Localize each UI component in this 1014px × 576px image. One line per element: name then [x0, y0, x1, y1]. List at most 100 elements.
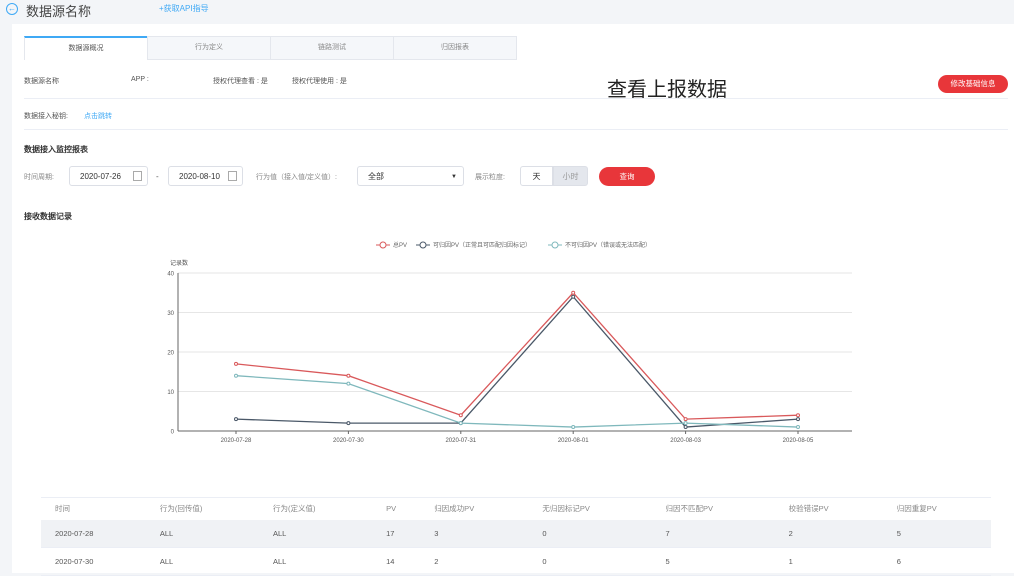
data-point — [796, 425, 800, 430]
data-point — [346, 381, 351, 386]
table-cell: ALL — [159, 528, 174, 538]
tab-link-test[interactable]: 链路测试 — [270, 36, 394, 60]
date-separator: - — [156, 172, 159, 181]
end-date-input[interactable]: 2020-08-10 — [168, 166, 243, 186]
page-title: 数据源名称 — [26, 4, 92, 19]
data-point — [683, 425, 688, 430]
query-button[interactable]: 查询 — [599, 167, 655, 186]
column-header: 时间 — [55, 504, 70, 514]
table-cell: 0 — [542, 528, 547, 538]
y-axis-label: 记录数 — [170, 259, 188, 267]
column-header: 校验错误PV — [788, 504, 829, 514]
series-line — [235, 295, 799, 428]
column-header: PV — [386, 504, 397, 514]
data-point — [458, 413, 463, 418]
table-cell: ALL — [272, 528, 287, 538]
api-guide-link[interactable]: +获取API指导 — [159, 3, 209, 14]
legend-label: 不可归因PV（错误或无法匹配） — [565, 241, 651, 249]
behavior-value: 全部 — [368, 172, 384, 181]
table-row: 2020-07-30 ALL ALL 14 2 0 5 1 6 — [41, 548, 991, 576]
x-tick-label: 2020-07-31 — [445, 438, 476, 444]
granularity-day[interactable]: 天 — [520, 166, 553, 186]
column-header: 无归因标记PV — [542, 504, 590, 514]
behavior-select[interactable]: 全部 ▼ — [357, 166, 464, 186]
granularity-label: 展示粒度: — [475, 174, 505, 181]
edit-basic-info-button[interactable]: 修改基础信息 — [938, 75, 1008, 93]
y-tick-label: 0 — [171, 430, 175, 436]
records-title: 接收数据记录 — [24, 212, 72, 221]
data-point — [683, 417, 688, 422]
table-cell: ALL — [272, 557, 287, 566]
table-cell: 14 — [386, 557, 395, 566]
data-point — [458, 421, 463, 426]
data-point — [234, 361, 238, 366]
column-header: 归因不匹配PV — [665, 504, 713, 514]
table-cell: 2020-07-30 — [55, 557, 94, 566]
calendar-icon — [133, 171, 142, 181]
secret-link[interactable]: 点击跳转 — [84, 111, 112, 121]
data-point — [796, 417, 800, 422]
data-point — [571, 290, 576, 295]
series-line — [235, 291, 799, 420]
table-cell: 5 — [665, 557, 670, 566]
y-tick-label: 10 — [167, 390, 174, 396]
legend-marker-dot — [379, 241, 387, 249]
table-cell: 5 — [896, 528, 901, 538]
auth-view: 授权代理查看 : 是 — [213, 78, 268, 85]
line-chart: 0 10 20 30 40 记录数 2020-07-28 2020-07-30 2020-07-… — [167, 241, 852, 444]
column-header: 归因重复PV — [896, 504, 937, 514]
tab-behavior-definition[interactable]: 行为定义 — [147, 36, 271, 60]
legend-marker-dot — [419, 241, 427, 249]
table-cell: 2 — [788, 528, 793, 538]
app-label: APP : — [131, 76, 149, 83]
tab-overview[interactable]: 数据源概况 — [24, 36, 148, 60]
datasource-name: 数据源名称 — [24, 78, 59, 85]
legend-marker-dot — [551, 241, 559, 249]
x-tick-label: 2020-07-28 — [221, 438, 252, 444]
granularity-hour[interactable]: 小时 — [553, 166, 588, 186]
data-point — [796, 413, 800, 418]
column-header: 行为(定义值) — [272, 504, 316, 514]
auth-use: 授权代理使用 : 是 — [292, 78, 347, 85]
monitor-title: 数据接入监控报表 — [24, 145, 88, 154]
table-cell: 17 — [386, 528, 395, 538]
calendar-icon — [228, 171, 237, 181]
data-point — [346, 421, 351, 426]
table-cell: ALL — [159, 557, 174, 566]
data-point — [683, 421, 688, 426]
data-table: 时间 行为(回传值) 行为(定义值) PV 归因成功PV 无归因标记PV 归因不匹配PV 校验… — [41, 497, 991, 576]
table-row: 2020-07-28 ALL ALL 17 3 0 7 2 5 — [41, 519, 991, 548]
data-point — [234, 417, 238, 422]
dropdown-arrow-icon: ▼ — [451, 174, 457, 180]
y-tick-label: 40 — [167, 272, 174, 278]
legend-label: 总PV — [393, 241, 407, 249]
y-tick-label: 20 — [167, 351, 174, 357]
table-cell: 2 — [434, 557, 439, 566]
legend-label: 可归因PV（正常且可匹配归因标记） — [433, 241, 531, 249]
period-label: 时间周期: — [24, 174, 54, 181]
top-bar: ← 数据源名称 +获取API指导 — [0, 0, 1014, 24]
table-cell: 7 — [665, 528, 670, 538]
start-date-value: 2020-07-26 — [80, 172, 121, 181]
column-header: 归因成功PV — [434, 504, 475, 514]
behavior-label: 行为值（接入值/定义值）: — [256, 174, 337, 181]
table-cell: 3 — [434, 528, 439, 538]
tab-attribution-report[interactable]: 归因报表 — [393, 36, 517, 60]
end-date-value: 2020-08-10 — [179, 172, 220, 181]
y-tick-label: 30 — [167, 311, 174, 317]
table-cell: 1 — [788, 557, 793, 566]
series-line — [235, 375, 799, 428]
x-tick-label: 2020-08-05 — [783, 438, 814, 444]
back-icon[interactable]: ← — [6, 3, 18, 15]
data-point — [571, 294, 576, 299]
x-tick-label: 2020-08-01 — [558, 438, 589, 444]
x-tick-label: 2020-08-03 — [670, 438, 701, 444]
data-point — [571, 425, 576, 430]
secret-label: 数据接入秘钥: — [24, 113, 68, 120]
start-date-input[interactable]: 2020-07-26 — [69, 166, 148, 186]
data-point — [234, 373, 238, 378]
data-point — [346, 373, 351, 378]
x-tick-label: 2020-07-30 — [333, 438, 364, 444]
table-cell: 2020-07-28 — [55, 528, 94, 538]
column-header: 行为(回传值) — [159, 504, 203, 514]
